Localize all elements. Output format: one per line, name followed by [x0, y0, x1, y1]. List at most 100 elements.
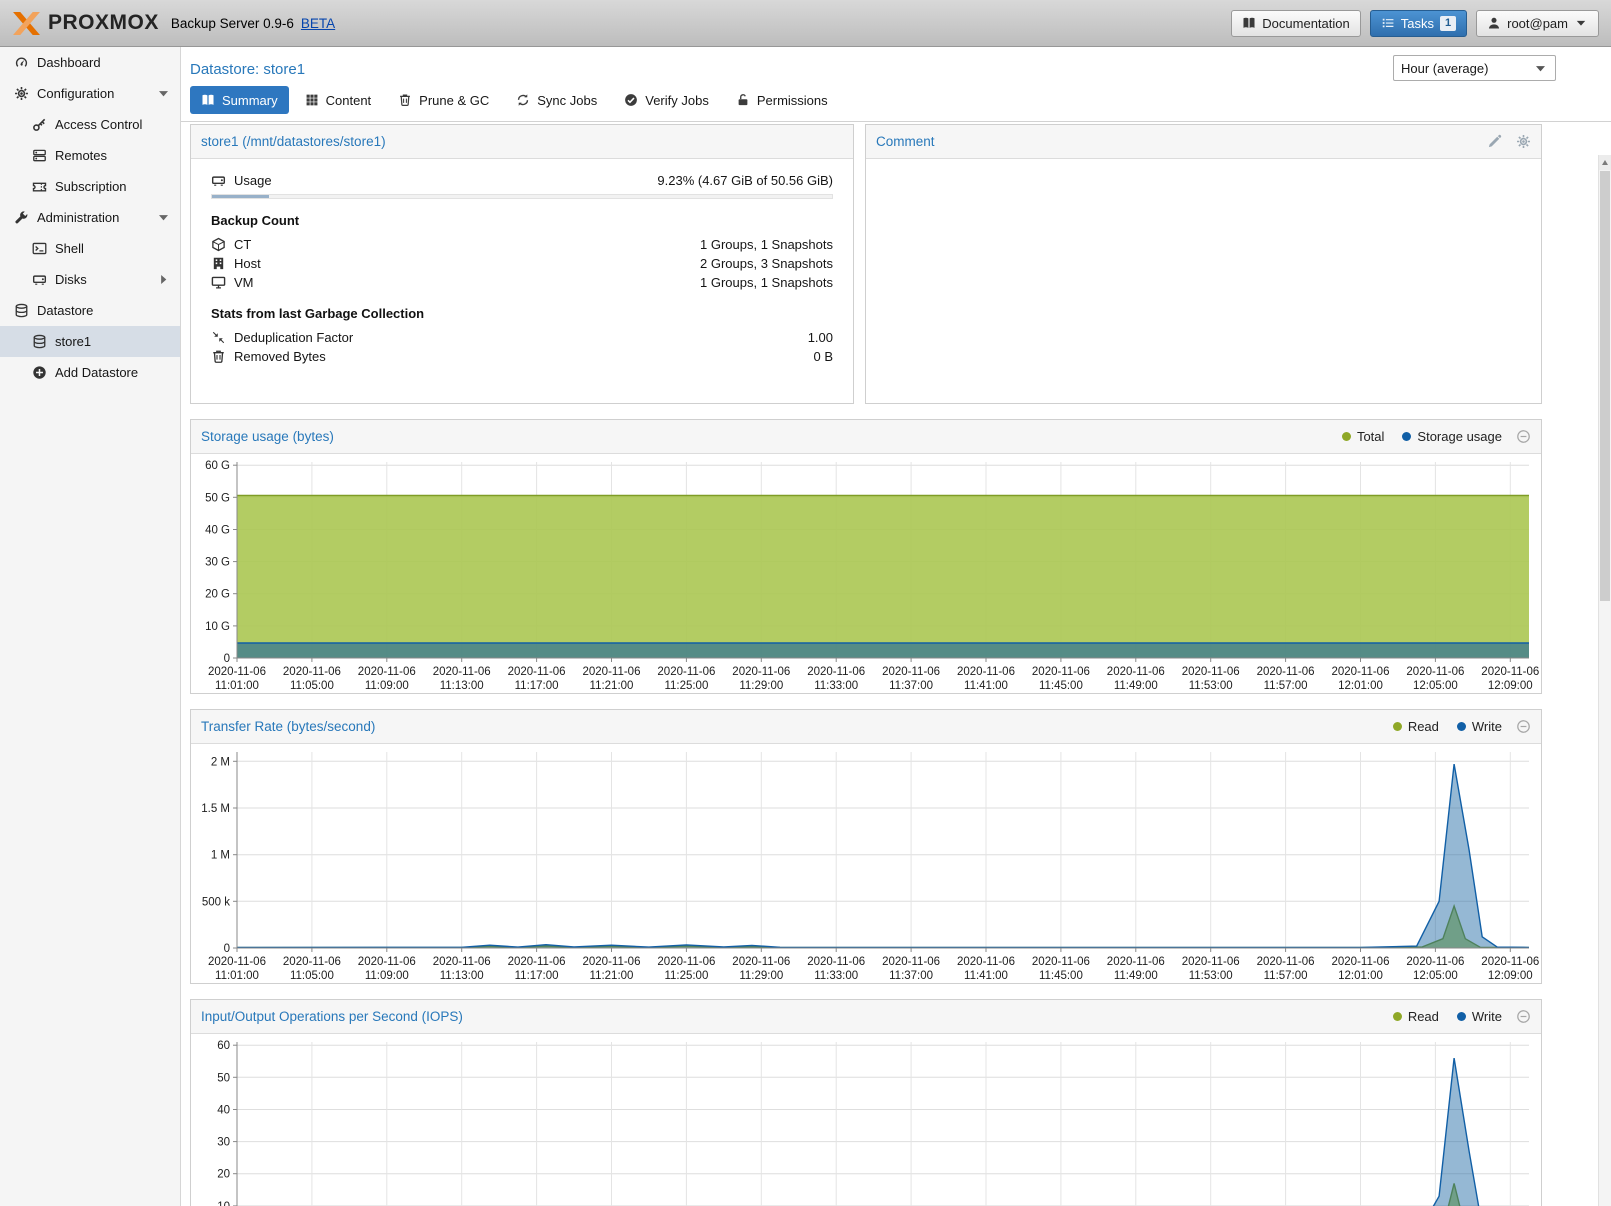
tab-label: Verify Jobs [645, 93, 709, 108]
svg-text:2 M: 2 M [211, 756, 230, 768]
svg-text:2020-11-06: 2020-11-06 [358, 956, 416, 968]
svg-text:11:53:00: 11:53:00 [1189, 680, 1233, 692]
backup-count-value: 1 Groups, 1 Snapshots [700, 275, 833, 290]
tab-permissions[interactable]: Permissions [725, 86, 839, 114]
ticket-icon [32, 179, 47, 194]
usage-progress-fill [212, 195, 269, 198]
svg-text:2020-11-06: 2020-11-06 [1182, 666, 1240, 678]
svg-text:2020-11-06: 2020-11-06 [283, 956, 341, 968]
svg-text:2020-11-06: 2020-11-06 [732, 956, 790, 968]
sidebar-item-configuration[interactable]: Configuration [0, 78, 180, 109]
backup-count-heading: Backup Count [211, 213, 833, 228]
beta-link[interactable]: BETA [301, 16, 335, 31]
tasks-button[interactable]: Tasks 1 [1370, 10, 1467, 37]
sidebar-item-subscription[interactable]: Subscription [0, 171, 180, 202]
user-menu-button[interactable]: root@pam [1476, 10, 1599, 37]
svg-text:2020-11-06: 2020-11-06 [583, 666, 641, 678]
sidebar-item-dashboard[interactable]: Dashboard [0, 47, 180, 78]
charts-section: Storage usage (bytes)TotalStorage usage0… [190, 419, 1542, 1206]
svg-text:11:17:00: 11:17:00 [515, 680, 559, 692]
svg-text:20 G: 20 G [205, 589, 230, 601]
server-icon [32, 148, 47, 163]
svg-text:50 G: 50 G [205, 492, 230, 504]
tab-verify-jobs[interactable]: Verify Jobs [613, 86, 720, 114]
task-list-icon [1381, 16, 1395, 30]
tab-content[interactable]: Content [294, 86, 383, 114]
gears-icon [14, 86, 29, 101]
datastore-summary-panel: store1 (/mnt/datastores/store1) Usage 9.… [190, 124, 854, 404]
legend-label: Read [1408, 1009, 1439, 1024]
sidebar-item-datastore[interactable]: Datastore [0, 295, 180, 326]
app-title: Backup Server 0.9-6 [171, 16, 294, 31]
svg-text:2020-11-06: 2020-11-06 [208, 666, 266, 678]
sidebar-item-access-control[interactable]: Access Control [0, 109, 180, 140]
usage-value: 9.23% (4.67 GiB of 50.56 GiB) [657, 173, 833, 188]
sidebar-item-label: Subscription [55, 179, 127, 194]
chart-header: Storage usage (bytes)TotalStorage usage [191, 420, 1541, 454]
tab-summary[interactable]: Summary [190, 86, 289, 114]
svg-text:2020-11-06: 2020-11-06 [657, 666, 715, 678]
database-icon [14, 303, 29, 318]
legend-write[interactable]: Write [1457, 1009, 1502, 1024]
svg-text:11:33:00: 11:33:00 [814, 970, 858, 982]
topbar-actions: Documentation Tasks 1 root@pam [1231, 10, 1599, 37]
top-bar: PROXMOX Backup Server 0.9-6 BETA Documen… [0, 0, 1611, 47]
svg-text:2020-11-06: 2020-11-06 [1182, 956, 1240, 968]
scroll-up-button[interactable] [1599, 155, 1611, 170]
time-range-select[interactable]: Hour (average) [1393, 55, 1556, 81]
svg-text:2020-11-06: 2020-11-06 [358, 666, 416, 678]
gc-stats-heading: Stats from last Garbage Collection [211, 306, 833, 321]
backup-count-row-host: Host2 Groups, 3 Snapshots [211, 254, 833, 273]
sidebar-item-shell[interactable]: Shell [0, 233, 180, 264]
store-panel-title: store1 (/mnt/datastores/store1) [201, 134, 386, 149]
legend-read[interactable]: Read [1393, 719, 1439, 734]
scrollbar-thumb[interactable] [1600, 171, 1610, 601]
vertical-scrollbar[interactable] [1598, 155, 1611, 1206]
edit-comment-icon[interactable] [1487, 134, 1502, 149]
gear-icon[interactable] [1516, 134, 1531, 149]
sidebar-item-add-datastore[interactable]: Add Datastore [0, 357, 180, 388]
svg-text:11:13:00: 11:13:00 [440, 970, 484, 982]
gc-stat-label: Deduplication Factor [234, 330, 353, 345]
svg-text:12:01:00: 12:01:00 [1338, 970, 1383, 982]
legend-dot-icon [1393, 1012, 1402, 1021]
svg-text:11:33:00: 11:33:00 [814, 680, 858, 692]
backup-count-label: CT [234, 237, 251, 252]
legend-total[interactable]: Total [1342, 429, 1384, 444]
svg-text:60: 60 [217, 1040, 230, 1052]
legend-dot-icon [1393, 722, 1402, 731]
sidebar-item-store1[interactable]: store1 [0, 326, 180, 357]
svg-text:11:45:00: 11:45:00 [1039, 680, 1083, 692]
sidebar-item-disks[interactable]: Disks [0, 264, 180, 295]
collapse-icon[interactable] [1516, 1009, 1531, 1024]
tab-prune-gc[interactable]: Prune & GC [387, 86, 500, 114]
collapse-icon[interactable] [1516, 429, 1531, 444]
documentation-button[interactable]: Documentation [1231, 10, 1360, 37]
user-icon [1487, 16, 1501, 30]
backup-count-label: VM [234, 275, 254, 290]
usage-label: Usage [234, 173, 272, 188]
legend-label: Total [1357, 429, 1384, 444]
legend-read[interactable]: Read [1393, 1009, 1439, 1024]
svg-text:2020-11-06: 2020-11-06 [1107, 666, 1165, 678]
svg-text:30: 30 [217, 1137, 230, 1149]
legend-write[interactable]: Write [1457, 719, 1502, 734]
svg-text:12:09:00: 12:09:00 [1488, 680, 1533, 692]
unlock-icon [736, 93, 750, 107]
svg-text:2020-11-06: 2020-11-06 [583, 956, 641, 968]
compress-icon [211, 330, 226, 345]
legend-dot-icon [1402, 432, 1411, 441]
sidebar-item-remotes[interactable]: Remotes [0, 140, 180, 171]
caret-right-icon [156, 272, 171, 287]
collapse-icon[interactable] [1516, 719, 1531, 734]
trash-icon [398, 93, 412, 107]
legend-storage-usage[interactable]: Storage usage [1402, 429, 1502, 444]
chart-header: Transfer Rate (bytes/second)ReadWrite [191, 710, 1541, 744]
tab-sync-jobs[interactable]: Sync Jobs [505, 86, 608, 114]
sidebar-item-administration[interactable]: Administration [0, 202, 180, 233]
svg-text:2020-11-06: 2020-11-06 [1257, 956, 1315, 968]
storage-usage-panel: Storage usage (bytes)TotalStorage usage0… [190, 419, 1542, 694]
svg-text:11:09:00: 11:09:00 [365, 680, 409, 692]
comment-panel-header: Comment [866, 125, 1541, 159]
svg-text:11:41:00: 11:41:00 [964, 970, 1008, 982]
